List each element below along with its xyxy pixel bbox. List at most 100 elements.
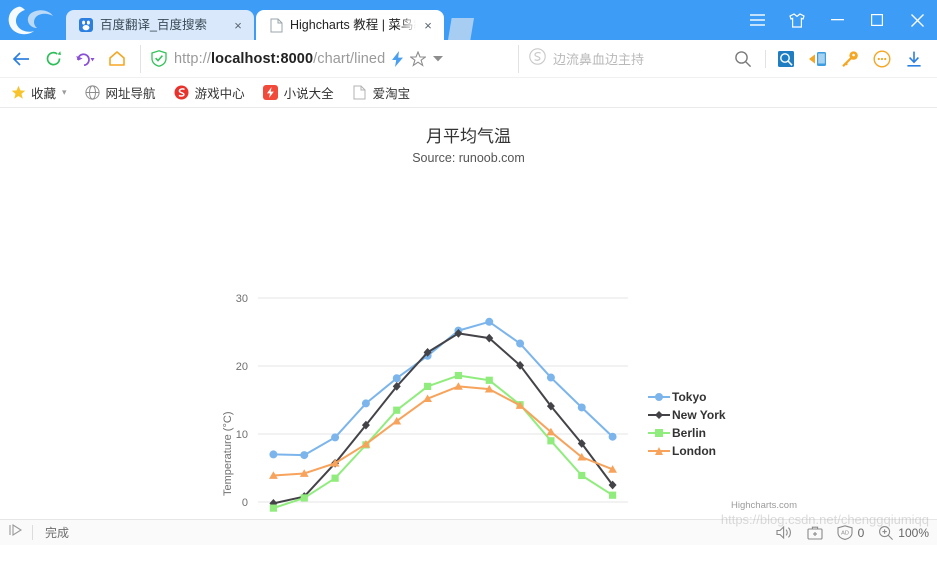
browser-tab-2[interactable]: Highcharts 教程 | 菜鸟教程 ×	[256, 10, 444, 40]
status-bar-right: AD 0 100%	[762, 525, 929, 540]
browser-tab-1-close-icon[interactable]: ×	[230, 17, 246, 33]
legend-item-new-york[interactable]: New York	[648, 406, 726, 424]
data-point	[486, 377, 493, 384]
tab-strip: 百度翻译_百度搜索 × Highcharts 教程 | 菜鸟教程 ×	[66, 0, 474, 40]
legend-item-london[interactable]: London	[648, 442, 726, 460]
chart-legend: Tokyo New York Berlin London	[648, 388, 726, 460]
data-point	[300, 451, 308, 459]
menu-icon[interactable]	[737, 0, 777, 40]
browser-tab-2-close-icon[interactable]: ×	[420, 17, 436, 33]
close-window-button[interactable]	[897, 0, 937, 40]
data-point	[331, 475, 338, 482]
browser-title-bar: 百度翻译_百度搜索 × Highcharts 教程 | 菜鸟教程 ×	[0, 0, 937, 40]
adblock-counter[interactable]: AD 0	[837, 525, 865, 540]
chevron-down-icon[interactable]: ▾	[62, 87, 67, 98]
security-shield-icon	[151, 50, 167, 67]
legend-label: London	[672, 444, 716, 458]
minimize-button[interactable]	[817, 0, 857, 40]
status-divider	[32, 525, 33, 540]
back-arrow-icon[interactable]	[6, 44, 36, 74]
browser-tab-1-title: 百度翻译_百度搜索	[100, 17, 226, 33]
address-bar[interactable]: http://localhost:8000/chart/lined	[140, 45, 514, 73]
data-point	[455, 372, 462, 379]
data-point	[270, 505, 277, 512]
bookmark-game-center-label: 游戏中心	[195, 83, 245, 102]
more-dots-icon[interactable]	[867, 44, 897, 74]
bookmarks-bar: 收藏 ▾ 网址导航 游戏中心 小说大全	[0, 78, 937, 108]
y-axis-tick-label: 0	[242, 497, 248, 509]
legend-symbol-diamond-icon	[648, 406, 670, 424]
mobile-preview-icon[interactable]	[803, 44, 833, 74]
lightning-icon[interactable]	[392, 51, 403, 67]
new-tab-button[interactable]	[448, 18, 474, 40]
status-text: 完成	[45, 524, 69, 541]
data-point	[331, 433, 339, 441]
download-icon[interactable]	[899, 44, 929, 74]
legend-label: Tokyo	[672, 390, 706, 404]
play-icon[interactable]	[8, 523, 24, 542]
chevron-down-icon[interactable]	[433, 55, 443, 62]
globe-icon	[85, 85, 101, 101]
data-point	[578, 403, 586, 411]
data-point	[424, 383, 431, 390]
bookmark-novels-label: 小说大全	[284, 83, 334, 102]
navigation-toolbar: http://localhost:8000/chart/lined 边流鼻血边主…	[0, 40, 937, 78]
legend-label: Berlin	[672, 426, 706, 440]
screenshot-icon[interactable]	[771, 44, 801, 74]
reload-icon[interactable]	[38, 44, 68, 74]
maximize-button[interactable]	[857, 0, 897, 40]
data-point	[547, 374, 555, 382]
zoom-level-control[interactable]: 100%	[878, 525, 929, 540]
password-key-icon[interactable]	[835, 44, 865, 74]
y-axis-tick-label: 20	[236, 361, 248, 373]
zoom-level-label: 100%	[898, 526, 929, 540]
y-axis-title: Temperature (°C)	[222, 412, 234, 496]
series-new-york	[269, 329, 616, 508]
svg-text:AD: AD	[841, 531, 849, 537]
sogou-logo	[6, 2, 62, 42]
data-point	[269, 450, 277, 458]
data-point	[609, 433, 617, 441]
legend-item-tokyo[interactable]: Tokyo	[648, 388, 726, 406]
browser-tab-1[interactable]: 百度翻译_百度搜索 ×	[66, 10, 254, 40]
speaker-icon[interactable]	[776, 525, 793, 540]
series-tokyo	[269, 318, 616, 459]
data-point	[485, 318, 493, 326]
browser-tab-2-title: Highcharts 教程 | 菜鸟教程	[290, 17, 416, 33]
chart-title: 月平均气温	[0, 122, 937, 147]
legend-symbol-circle-icon	[648, 388, 670, 406]
page-viewport: 月平均气温 Source: runoob.com 3020100-10一月二月三…	[0, 108, 937, 519]
star-icon[interactable]	[410, 51, 426, 67]
bookmark-game-center[interactable]: 游戏中心	[174, 83, 245, 102]
status-bar: 完成 AD 0 100%	[0, 519, 937, 545]
window-controls	[737, 0, 937, 40]
history-back-icon[interactable]	[70, 44, 100, 74]
url-host: localhost:8000	[211, 51, 313, 67]
data-point	[609, 492, 616, 499]
legend-symbol-triangle-icon	[648, 442, 670, 460]
magnifier-icon[interactable]	[728, 44, 758, 74]
series-london	[269, 382, 617, 479]
chart-subtitle: Source: runoob.com	[0, 151, 937, 165]
search-input-placeholder[interactable]: 边流鼻血边主持	[553, 49, 644, 68]
bookmark-nav-label: 网址导航	[106, 83, 156, 102]
skin-icon[interactable]	[777, 0, 817, 40]
baidu-icon	[78, 17, 94, 33]
bookmark-nav[interactable]: 网址导航	[85, 83, 156, 102]
legend-item-berlin[interactable]: Berlin	[648, 424, 726, 442]
sogou-search-icon	[529, 48, 546, 70]
home-icon[interactable]	[102, 44, 132, 74]
search-box[interactable]: 边流鼻血边主持	[518, 45, 728, 73]
highcharts-container: 月平均气温 Source: runoob.com 3020100-10一月二月三…	[0, 108, 937, 519]
star-icon	[10, 85, 26, 101]
bookmark-favorites[interactable]: 收藏 ▾	[10, 83, 67, 102]
legend-symbol-square-icon	[648, 424, 670, 442]
legend-label: New York	[672, 408, 726, 422]
page-icon	[352, 85, 368, 101]
bookmark-taobao[interactable]: 爱淘宝	[352, 83, 411, 102]
data-point	[547, 437, 554, 444]
adblock-count: 0	[858, 526, 865, 540]
bookmark-novels[interactable]: 小说大全	[263, 83, 334, 102]
toolbox-icon[interactable]	[807, 525, 823, 540]
chart-credits: Highcharts.com	[731, 500, 797, 511]
